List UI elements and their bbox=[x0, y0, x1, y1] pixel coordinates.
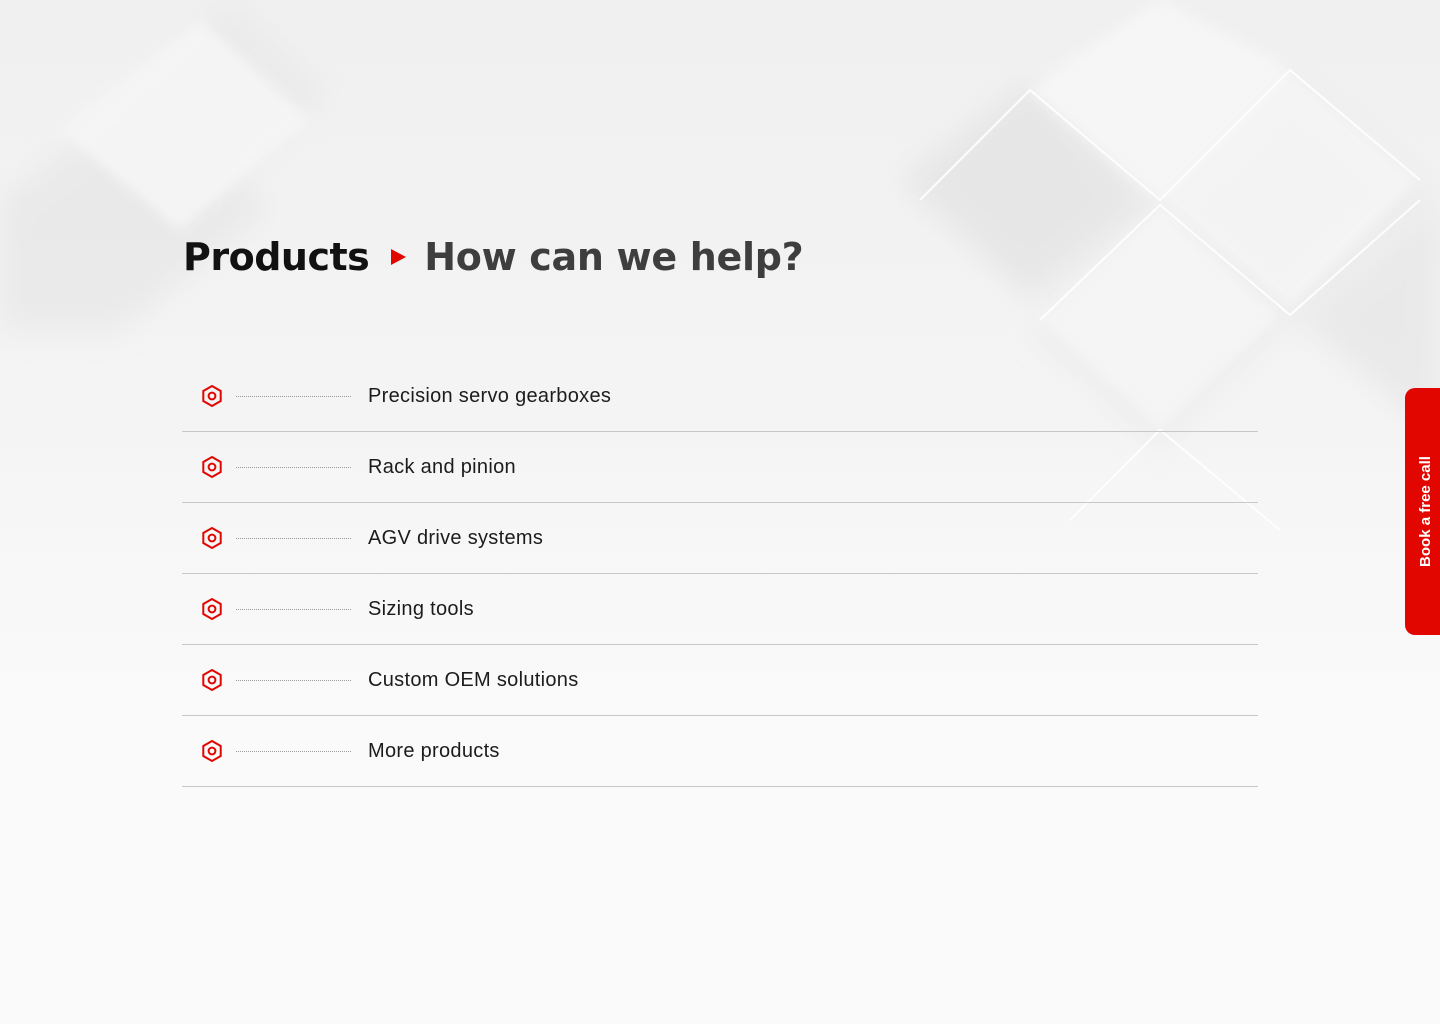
dotted-divider bbox=[236, 396, 351, 397]
product-list: Precision servo gearboxes Rack and pinio… bbox=[182, 361, 1258, 787]
breadcrumb-root[interactable]: Products bbox=[183, 235, 370, 279]
dotted-divider bbox=[236, 751, 351, 752]
triangle-right-icon bbox=[391, 249, 407, 265]
page-title: How can we help? bbox=[424, 235, 804, 279]
dotted-divider bbox=[236, 609, 351, 610]
product-item-label: Custom OEM solutions bbox=[368, 668, 579, 691]
product-item-custom-oem-solutions[interactable]: Custom OEM solutions bbox=[182, 645, 1258, 716]
product-item-agv-drive-systems[interactable]: AGV drive systems bbox=[182, 503, 1258, 574]
product-item-label: More products bbox=[368, 739, 500, 762]
breadcrumb: Products How can we help? bbox=[183, 232, 804, 282]
product-item-label: Sizing tools bbox=[368, 597, 474, 620]
hex-nut-icon bbox=[202, 597, 222, 621]
product-item-rack-and-pinion[interactable]: Rack and pinion bbox=[182, 432, 1258, 503]
hex-nut-icon bbox=[202, 455, 222, 479]
hex-nut-icon bbox=[202, 526, 222, 550]
product-item-sizing-tools[interactable]: Sizing tools bbox=[182, 574, 1258, 645]
book-free-call-label: Book a free call bbox=[1416, 456, 1434, 567]
product-item-label: Rack and pinion bbox=[368, 455, 516, 478]
product-item-more-products[interactable]: More products bbox=[182, 716, 1258, 787]
dotted-divider bbox=[236, 538, 351, 539]
hex-nut-icon bbox=[202, 739, 222, 763]
book-free-call-button[interactable]: Book a free call bbox=[1405, 388, 1440, 635]
hex-nut-icon bbox=[202, 384, 222, 408]
dotted-divider bbox=[236, 680, 351, 681]
dotted-divider bbox=[236, 467, 351, 468]
product-item-label: Precision servo gearboxes bbox=[368, 384, 612, 407]
product-item-label: AGV drive systems bbox=[368, 526, 544, 549]
product-item-precision-servo-gearboxes[interactable]: Precision servo gearboxes bbox=[182, 361, 1258, 432]
hex-nut-icon bbox=[202, 668, 222, 692]
